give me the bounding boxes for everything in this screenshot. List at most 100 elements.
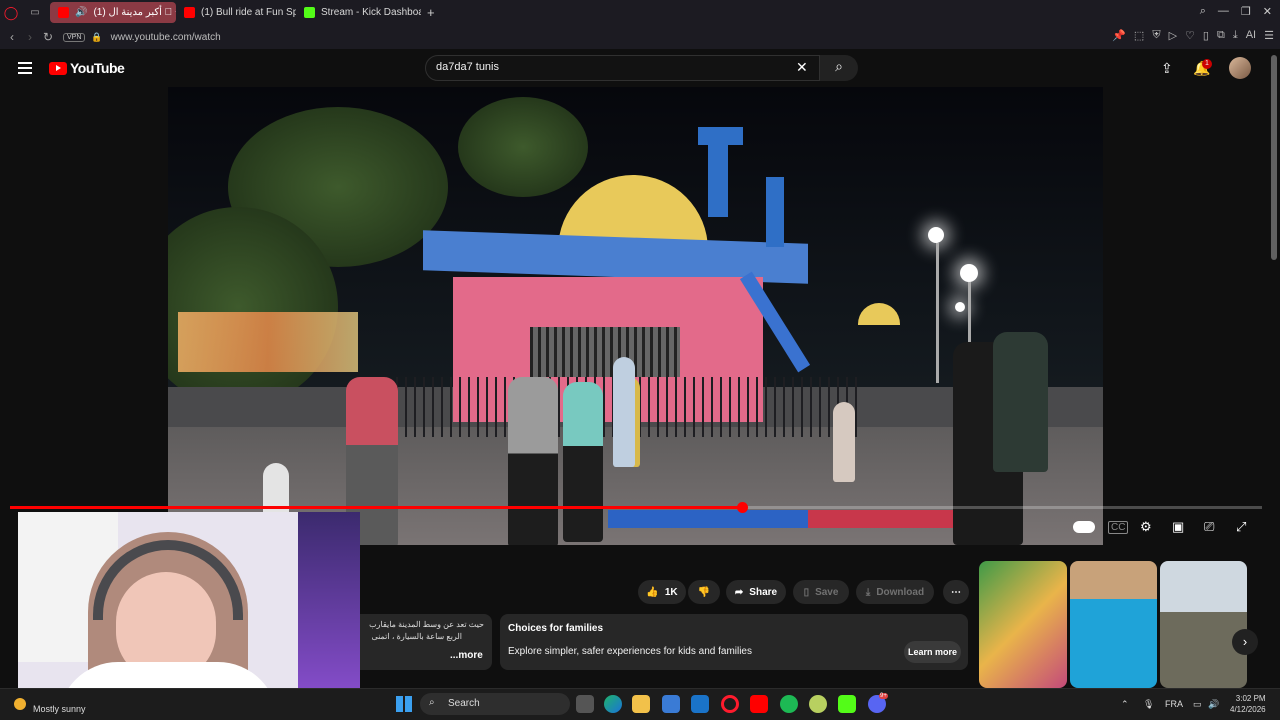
opera-icon[interactable]: ◯ <box>2 5 20 21</box>
obs-icon[interactable] <box>809 695 827 713</box>
speaker-icon[interactable]: 🔊 <box>75 7 87 18</box>
aria-ai-icon[interactable]: AI <box>1246 29 1256 42</box>
street-lamp <box>960 264 978 282</box>
volume-icon[interactable]: 🔊 <box>1208 699 1219 710</box>
video-player[interactable] <box>168 87 1103 545</box>
windows-start-icon[interactable] <box>396 696 412 712</box>
red-curb <box>808 510 958 528</box>
youtube-taskbar-icon[interactable] <box>750 695 768 713</box>
weather-text[interactable]: Mostly sunny <box>33 704 86 714</box>
share-button[interactable]: ➦ Share <box>726 580 786 604</box>
shorts-thumbnail[interactable] <box>1070 561 1157 688</box>
tab-youtube-video[interactable]: 🔊 (1) دحدح 🏽 أكبر مدينة ال <box>50 2 176 23</box>
taskbar-search[interactable]: ⌕ Search <box>420 693 570 715</box>
file-explorer-icon[interactable] <box>632 695 650 713</box>
video-description[interactable]: حيث تعد عن وسط المدينة مايقارب الربع ساع… <box>360 614 492 670</box>
store-icon[interactable] <box>662 695 680 713</box>
minimize-icon[interactable]: — <box>1218 5 1229 18</box>
save-button[interactable]: ▯ Save <box>793 580 849 604</box>
youtube-header: YouTube da7da7 tunis ✕ ⌕ ⇪ 🔔 1 <box>0 49 1268 87</box>
share-icon: ➦ <box>734 586 744 598</box>
outlook-icon[interactable] <box>691 695 709 713</box>
palm-tree <box>458 97 588 197</box>
street-lamp <box>955 302 965 312</box>
blue-tower <box>698 127 743 145</box>
search-tabs-icon[interactable]: ⌕ <box>1200 5 1206 18</box>
address-bar: ‹ › ↻ VPN 🔒 www.youtube.com/watch 📌 ⬚ ⛨ … <box>0 25 1280 49</box>
next-shorts-button[interactable]: › <box>1232 629 1258 655</box>
lock-icon: 🔒 <box>91 31 103 42</box>
bookmark-icon[interactable]: ▯ <box>1203 29 1209 42</box>
tab-label: Stream - Kick Dashboard <box>321 7 421 18</box>
microphone-icon[interactable]: 🎙 <box>1143 699 1154 710</box>
spotify-icon[interactable] <box>780 695 798 713</box>
opera-taskbar-icon[interactable] <box>721 695 739 713</box>
extensions-icon[interactable]: ⧉ <box>1217 29 1225 42</box>
scrollbar-thumb[interactable] <box>1271 55 1277 260</box>
search-button[interactable]: ⌕ <box>820 55 858 81</box>
forward-icon[interactable]: › <box>21 30 39 44</box>
download-button[interactable]: ⤓ Download <box>856 580 934 604</box>
back-icon[interactable]: ‹ <box>3 30 21 44</box>
save-label: Save <box>815 586 839 598</box>
url-field[interactable]: www.youtube.com/watch <box>111 32 221 43</box>
miniplayer-icon[interactable]: ▣ <box>1172 519 1184 535</box>
new-tab-button[interactable]: + <box>427 5 435 20</box>
more-dots-icon: ⋯ <box>951 586 961 598</box>
man-background <box>613 357 635 467</box>
youtube-logo[interactable]: YouTube <box>49 60 125 76</box>
youtube-favicon-icon <box>184 7 195 18</box>
tab-bull-ride[interactable]: (1) Bull ride at Fun Spot - <box>176 2 296 23</box>
clock-time: 3:02 PM <box>1235 694 1266 703</box>
download-icon[interactable]: ⤓ <box>1233 29 1238 42</box>
learn-more-button[interactable]: Learn more <box>904 641 961 663</box>
subtitles-icon[interactable]: CC <box>1108 521 1129 534</box>
discord-badge: 9+ <box>879 693 888 699</box>
progress-scrubber[interactable] <box>737 502 748 513</box>
more-actions-button[interactable]: ⋯ <box>943 580 969 604</box>
settings-gear-icon[interactable]: ⚙ <box>1140 519 1152 535</box>
dislike-button[interactable]: 👎 <box>688 580 720 604</box>
workspaces-icon[interactable]: ▭ <box>26 7 44 18</box>
weather-icon[interactable] <box>14 698 26 710</box>
shorts-thumbnail[interactable] <box>979 561 1067 688</box>
vpn-badge[interactable]: VPN <box>63 32 86 42</box>
close-window-icon[interactable]: ✕ <box>1263 5 1272 18</box>
network-icon[interactable]: ▭ <box>1193 699 1202 710</box>
download-icon: ⤓ <box>865 586 871 598</box>
like-button[interactable]: 👍 1K <box>638 580 686 604</box>
hamburger-menu-icon[interactable] <box>18 62 32 77</box>
shorts-thumbnail[interactable] <box>1160 561 1247 688</box>
description-line: حيث تعد عن وسط المدينة مايقارب <box>369 620 484 629</box>
snapshot-icon[interactable]: ⬚ <box>1134 29 1144 42</box>
account-avatar[interactable] <box>1229 57 1251 79</box>
window-controls: ⌕ — ❐ ✕ <box>1200 5 1272 18</box>
thumbs-down-icon: 👎 <box>697 586 711 598</box>
fullscreen-icon[interactable]: ⤢ <box>1236 519 1246 535</box>
language-indicator[interactable]: FRA <box>1165 699 1183 709</box>
upload-icon[interactable]: ⇪ <box>1161 60 1173 77</box>
lamp-post <box>936 243 939 383</box>
task-view-icon[interactable] <box>576 695 594 713</box>
menu-icon[interactable]: ☰ <box>1264 29 1274 42</box>
search-icon: ⌕ <box>835 58 843 74</box>
search-input[interactable]: da7da7 tunis <box>425 55 820 81</box>
edge-icon[interactable] <box>604 695 622 713</box>
youtube-favicon-icon <box>58 7 69 18</box>
autoplay-toggle[interactable] <box>1073 521 1095 533</box>
tab-label: (1) دحدح 🏽 أكبر مدينة ال <box>93 7 176 18</box>
restore-icon[interactable]: ❐ <box>1241 5 1251 18</box>
description-more-link[interactable]: ...more <box>450 650 483 661</box>
reload-icon[interactable]: ↻ <box>39 30 57 44</box>
youtube-logo-text: YouTube <box>70 60 125 76</box>
pin-icon[interactable]: 📌 <box>1112 29 1126 42</box>
kick-icon[interactable] <box>838 695 856 713</box>
clear-search-icon[interactable]: ✕ <box>796 59 808 76</box>
tray-overflow-icon[interactable]: ⌃ <box>1121 699 1129 710</box>
taskbar-clock[interactable]: 3:02 PM 4/12/2026 <box>1230 693 1266 715</box>
shield-icon[interactable]: ⛨ <box>1152 29 1160 42</box>
cast-icon[interactable]: ⎚ <box>1204 519 1214 535</box>
tab-kick-dashboard[interactable]: Stream - Kick Dashboard <box>296 2 421 23</box>
heart-icon[interactable]: ♡ <box>1185 29 1195 42</box>
player-icon[interactable]: ▷ <box>1169 29 1177 42</box>
